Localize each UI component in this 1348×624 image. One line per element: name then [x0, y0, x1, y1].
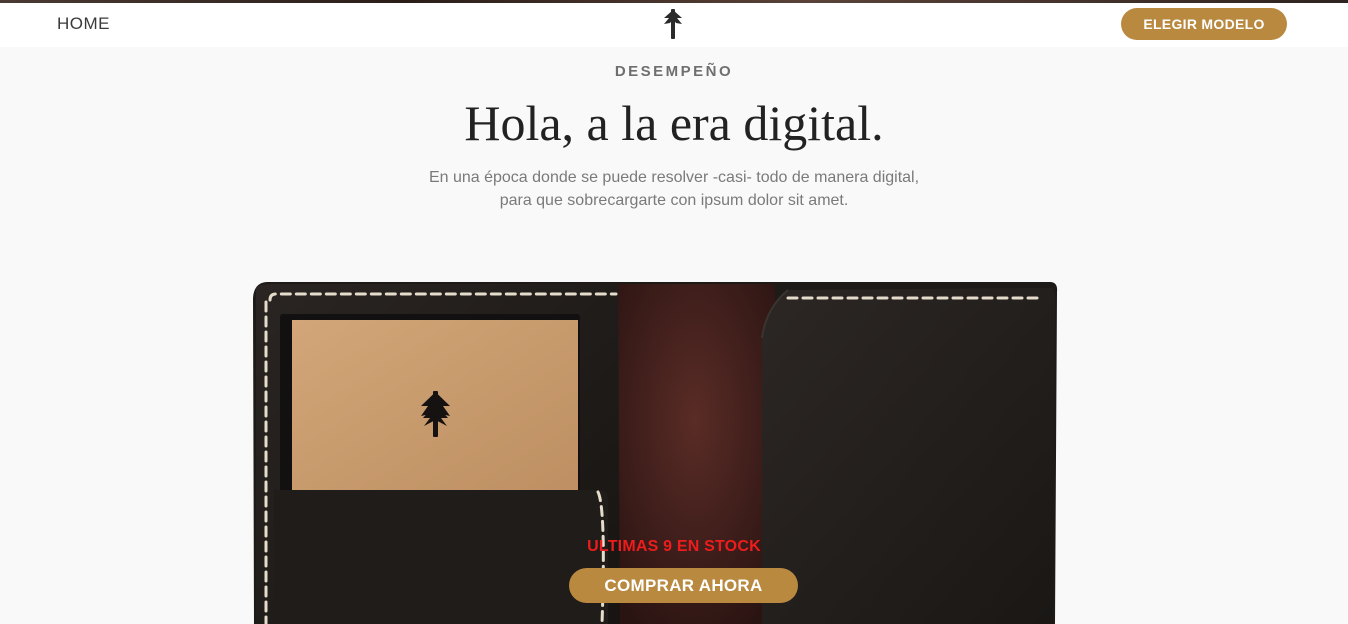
stock-badge: ULTIMAS 9 EN STOCK: [587, 538, 761, 555]
hero-description-line-2: para que sobrecargarte con ipsum dolor s…: [499, 192, 849, 209]
section-eyebrow: DESEMPEÑO: [614, 63, 734, 80]
buy-now-button[interactable]: COMPRAR AHORA: [569, 568, 798, 603]
page-title: Hola, a la era digital.: [464, 95, 884, 151]
kraft-card: [292, 320, 578, 494]
choose-model-button[interactable]: ELEGIR MODELO: [1121, 8, 1287, 40]
tree-icon[interactable]: [661, 7, 685, 41]
hero-description-line-1: En una época donde se puede resolver -ca…: [428, 169, 920, 186]
navbar: HOME ELEGIR MODELO: [0, 3, 1348, 47]
nav-home-link[interactable]: HOME: [57, 14, 110, 34]
hero-description: En una época donde se puede resolver -ca…: [374, 166, 974, 212]
